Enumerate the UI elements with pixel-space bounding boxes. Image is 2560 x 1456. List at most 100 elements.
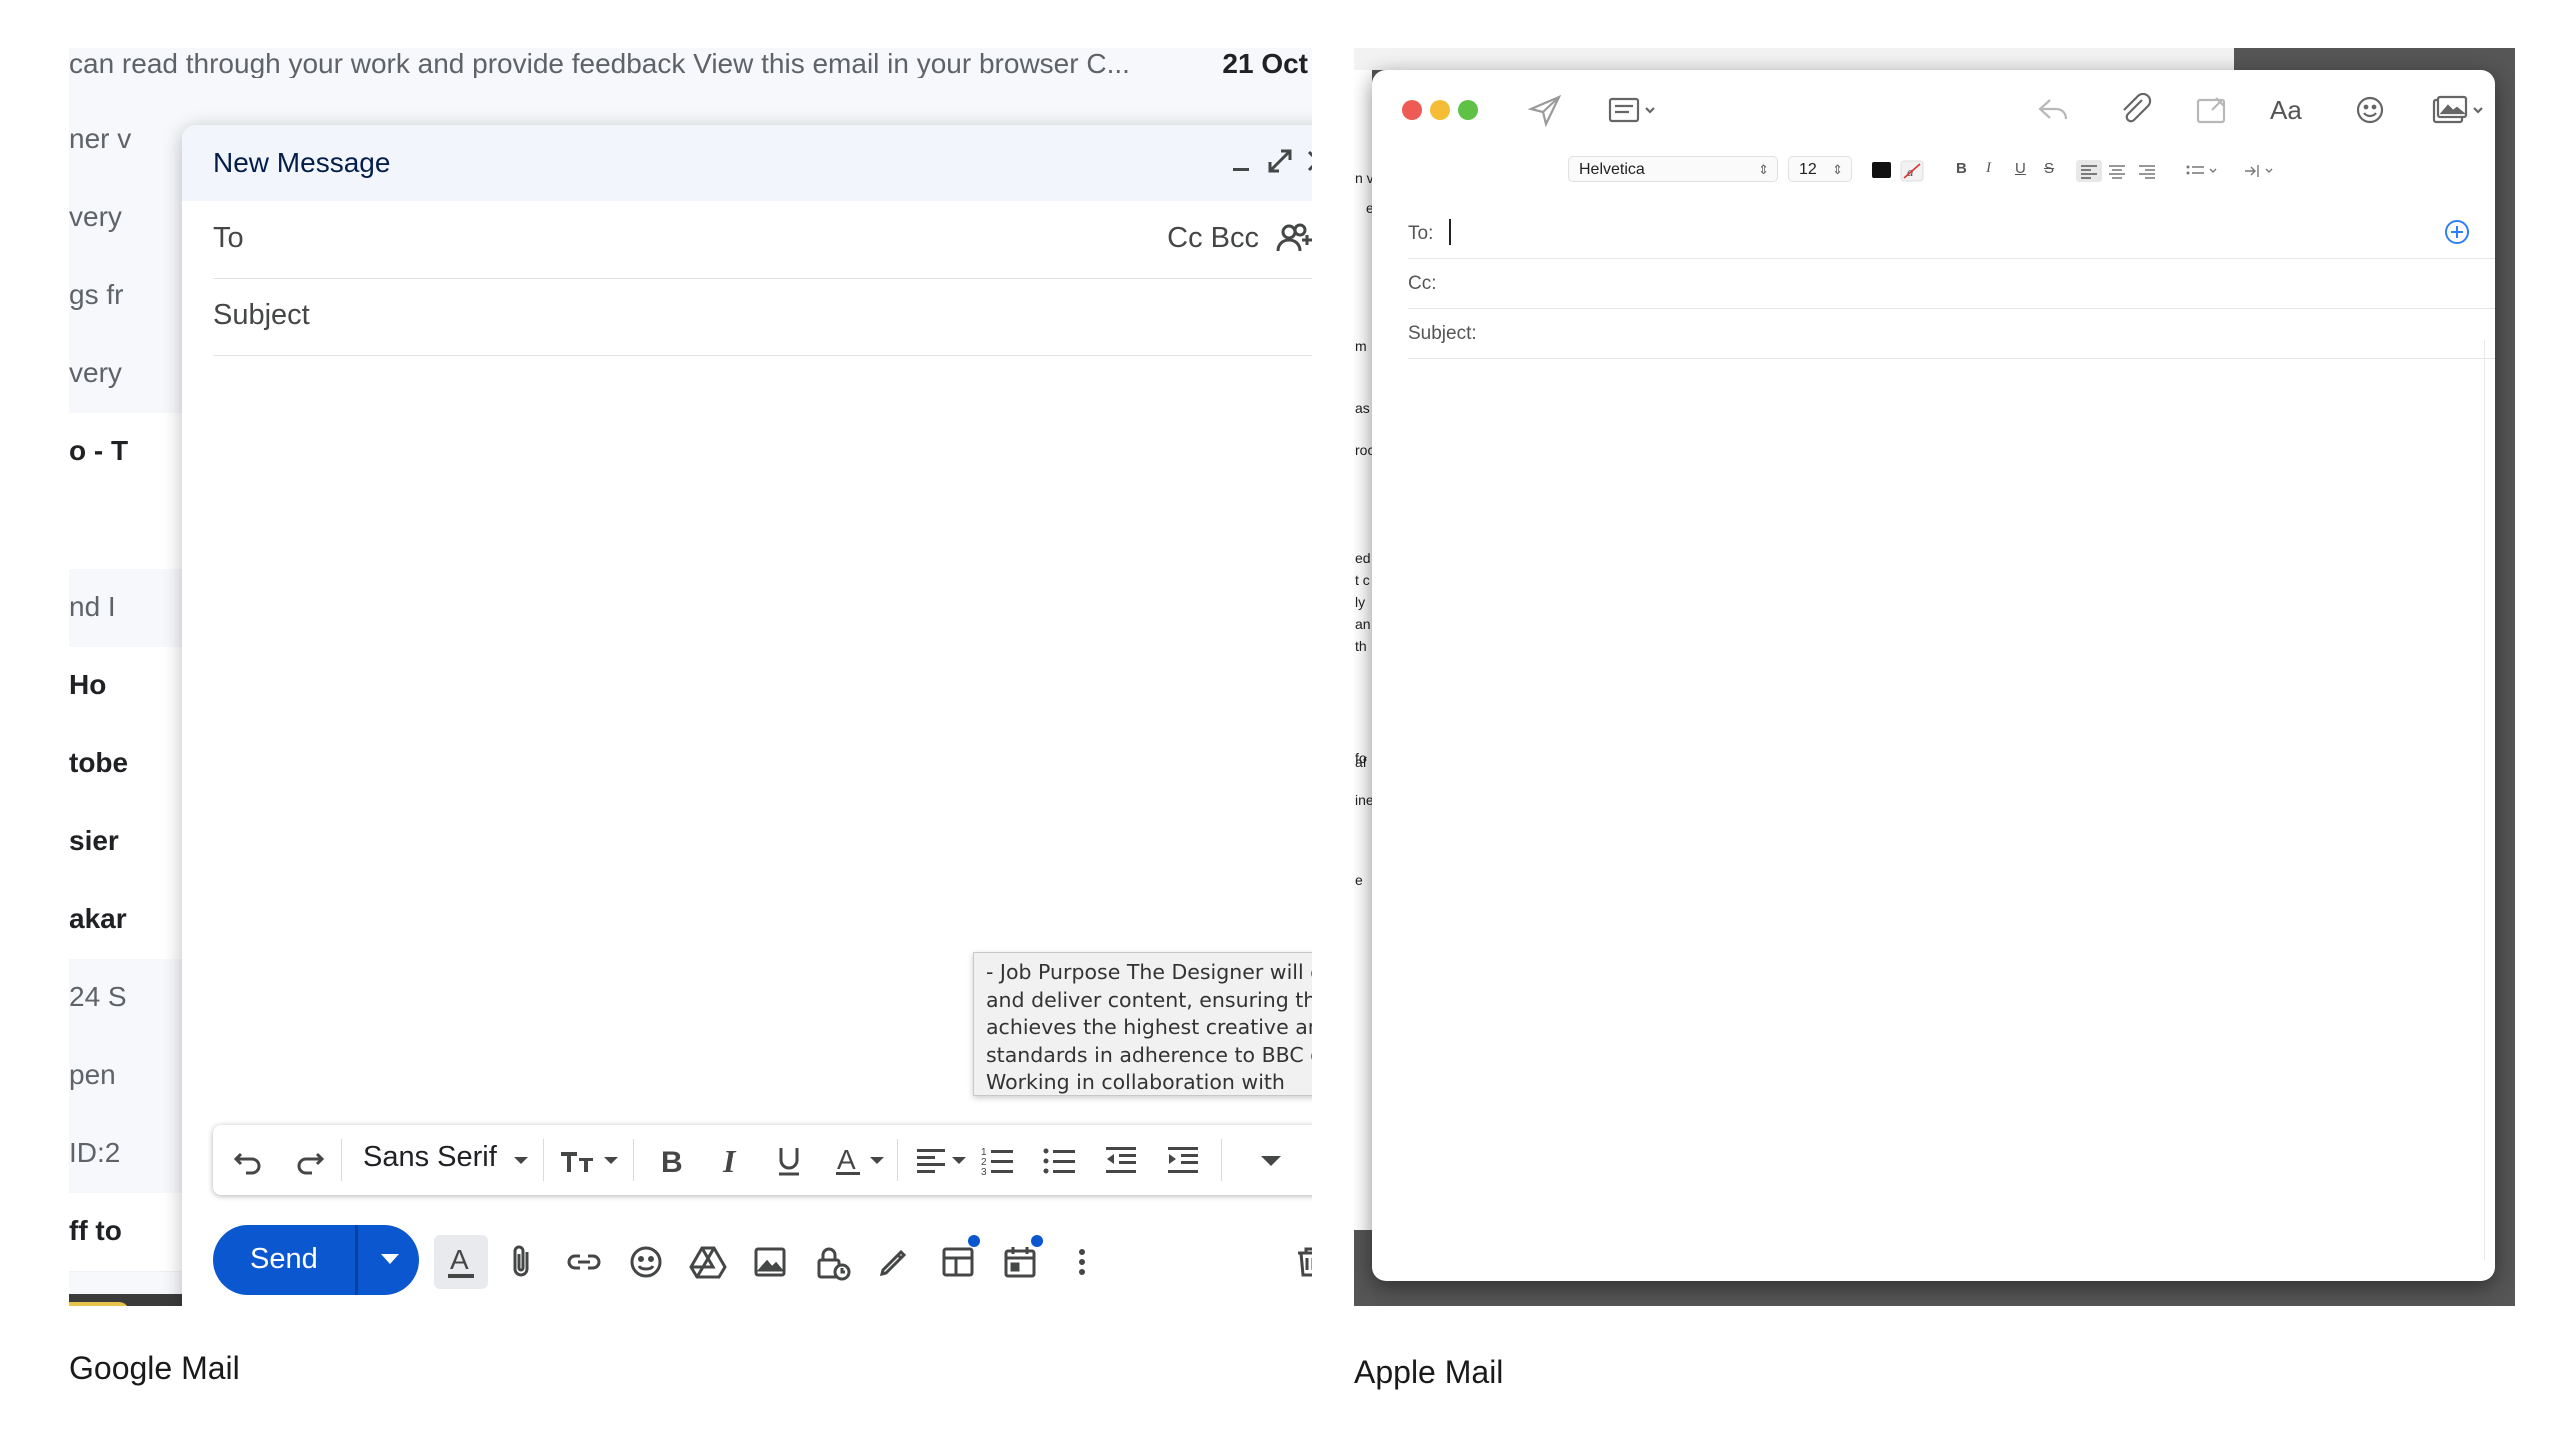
stepper-icon: ⇕ (1758, 162, 1769, 177)
schedule-meeting-icon[interactable] (1000, 1242, 1040, 1282)
stepper-icon: ⇕ (1832, 162, 1843, 177)
font-family-select[interactable]: Sans Serif (363, 1141, 497, 1174)
align-left-icon[interactable] (2076, 160, 2102, 182)
to-field[interactable]: To: (1408, 208, 2495, 259)
signature-icon[interactable] (874, 1242, 914, 1282)
redo-icon[interactable] (291, 1142, 327, 1178)
chevron-down-icon[interactable] (949, 1142, 969, 1178)
text-cursor (1449, 219, 1451, 245)
compose-header[interactable]: New Message (182, 125, 1312, 201)
undo-icon[interactable] (231, 1142, 267, 1178)
tooltip-text: - Job Purpose The Designer will develop … (986, 960, 1312, 1094)
text-color-swatch[interactable] (1872, 162, 1891, 178)
list-style-icon[interactable] (2184, 160, 2224, 182)
subject-field[interactable]: Subject: (1408, 308, 2495, 359)
svg-text:3: 3 (981, 1167, 987, 1178)
email-sender-fragment: o - T (69, 435, 129, 466)
indent-more-icon[interactable] (1165, 1142, 1201, 1178)
message-body[interactable] (1408, 362, 2478, 1262)
bold-icon[interactable]: B (653, 1142, 689, 1178)
chevron-down-icon[interactable] (511, 1142, 531, 1178)
more-formatting-icon[interactable] (1253, 1142, 1289, 1178)
underline-button[interactable]: U (2015, 160, 2026, 177)
send-icon[interactable] (1526, 92, 1566, 128)
align-center-icon[interactable] (2106, 160, 2128, 182)
text-size-icon[interactable] (559, 1142, 599, 1178)
cc-field[interactable]: Cc: (1408, 258, 2495, 309)
email-sender-fragment: akar (69, 903, 127, 934)
background-text-fragment: ed (1355, 550, 1371, 566)
background-text-fragment: t c (1355, 572, 1370, 588)
taskbar-app-icon[interactable] (69, 1302, 129, 1306)
text-color-icon[interactable]: A (831, 1142, 867, 1178)
photo-browser-icon[interactable] (2430, 92, 2490, 128)
subject-placeholder: Subject (213, 299, 310, 331)
align-icon[interactable] (913, 1142, 949, 1178)
layouts-icon[interactable] (938, 1242, 978, 1282)
background-text-fragment: af (1355, 754, 1367, 770)
reply-icon[interactable] (2034, 92, 2074, 128)
google-drive-icon[interactable] (688, 1242, 728, 1282)
font-family-select[interactable]: Helvetica ⇕ (1568, 156, 1778, 182)
formatting-toolbar: Sans Serif B I A 123 (213, 1125, 1312, 1195)
fonts-button[interactable]: Aa (2270, 92, 2310, 128)
background-window-toolbar (1354, 48, 2234, 70)
strikethrough-button[interactable]: S (2044, 160, 2054, 177)
scrollbar[interactable] (2484, 340, 2485, 1260)
background-text-fragment: as (1355, 400, 1370, 416)
cc-bcc-button[interactable]: Cc Bcc (1167, 222, 1259, 255)
confidential-mode-icon[interactable] (812, 1242, 852, 1282)
formatting-options-icon[interactable]: A (434, 1235, 488, 1289)
attach-file-icon[interactable] (502, 1242, 542, 1282)
email-sender-fragment: tobe (69, 747, 129, 778)
email-sender-fragment: gs fr (69, 279, 124, 310)
chevron-down-icon[interactable] (601, 1142, 621, 1178)
close-icon[interactable] (1300, 143, 1312, 179)
discard-draft-icon[interactable] (1290, 1242, 1312, 1282)
markup-icon[interactable] (2192, 92, 2232, 128)
background-text-fragment: n v (1355, 170, 1374, 186)
background-text-fragment: m (1355, 338, 1367, 354)
indentation-icon[interactable] (2242, 160, 2282, 182)
minimize-icon[interactable] (1224, 143, 1260, 179)
background-text-fragment: e (1355, 872, 1363, 888)
attachment-icon[interactable] (2116, 92, 2156, 128)
send-options-icon[interactable] (381, 1254, 399, 1264)
italic-icon[interactable]: I (713, 1142, 749, 1178)
email-sender-fragment: pen (69, 1059, 116, 1090)
send-label: Send (250, 1243, 318, 1275)
indent-less-icon[interactable] (1103, 1142, 1139, 1178)
underline-icon[interactable] (771, 1142, 807, 1178)
apple-format-bar: Helvetica ⇕ 12 ⇕ a B I U S (1372, 152, 2495, 188)
subject-field[interactable]: Subject (213, 278, 1312, 356)
email-list-top-row[interactable]: can read through your work and provide f… (69, 48, 1312, 78)
close-window-button[interactable] (1402, 100, 1422, 120)
more-options-icon[interactable] (1062, 1242, 1102, 1282)
numbered-list-icon[interactable]: 123 (979, 1142, 1015, 1178)
font-size-select[interactable]: 12 ⇕ (1788, 156, 1852, 182)
background-color-icon[interactable]: a (1900, 160, 1924, 182)
minimize-window-button[interactable] (1430, 100, 1450, 120)
emoji-icon[interactable] (2350, 92, 2390, 128)
toolbar-divider (1221, 1139, 1222, 1181)
notification-dot (968, 1235, 980, 1247)
header-fields-icon[interactable] (1606, 92, 1662, 128)
emoji-icon[interactable] (626, 1242, 666, 1282)
email-date: 21 Oct (1222, 48, 1308, 78)
email-sender-fragment: ID:2 (69, 1137, 121, 1168)
background-text-fragment: ly (1355, 594, 1366, 610)
bold-button[interactable]: B (1956, 160, 1967, 177)
bulleted-list-icon[interactable] (1041, 1142, 1077, 1178)
italic-button[interactable]: I (1986, 160, 1991, 177)
expand-icon[interactable] (1262, 143, 1298, 179)
insert-link-icon[interactable] (564, 1242, 604, 1282)
apple-compose-window: Aa Helvetica ⇕ 12 ⇕ a B I U S To: Cc: S (1372, 70, 2495, 1281)
add-contact-icon[interactable] (2443, 218, 2471, 246)
chevron-down-icon[interactable] (867, 1142, 887, 1178)
send-button[interactable]: Send (213, 1225, 419, 1295)
add-recipients-icon[interactable] (1275, 219, 1312, 259)
to-field[interactable]: To Cc Bcc (213, 201, 1312, 279)
align-right-icon[interactable] (2136, 160, 2158, 182)
zoom-window-button[interactable] (1458, 100, 1478, 120)
insert-photo-icon[interactable] (750, 1242, 790, 1282)
